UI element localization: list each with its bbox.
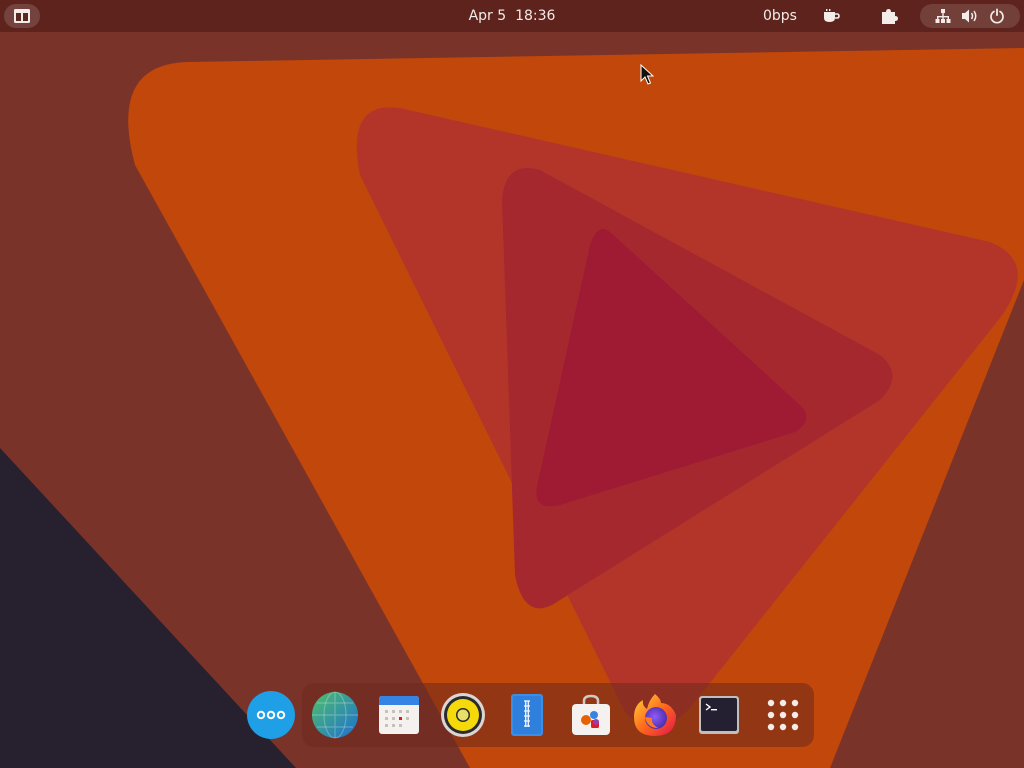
dock-web-browser[interactable] [309,689,361,741]
network-speed-indicator[interactable]: 0bps [752,0,808,32]
volume-icon [962,9,977,23]
network-icon [935,9,951,23]
archive-icon [511,694,543,736]
window-layout-icon [14,9,30,23]
network-speed-label: 0bps [763,8,797,24]
coffee-cup-icon [824,9,840,22]
dock-music-player[interactable] [437,689,489,741]
system-menu-button[interactable] [920,4,1020,28]
dock-calendar[interactable] [373,689,425,741]
mouse-pointer-icon [640,64,654,85]
dock-show-applications[interactable] [757,689,809,741]
dock-more-apps[interactable] [245,689,297,741]
extensions-button[interactable] [874,0,904,32]
desktop-wallpaper [0,0,1024,768]
puzzle-icon [882,9,898,24]
grid-icon [767,699,799,731]
speaker-icon [441,693,485,737]
top-bar: Apr 5 18:36 0bps [0,0,1024,32]
calendar-icon [379,696,419,734]
dock-software-center[interactable] [565,689,617,741]
dock-file-archiver[interactable] [501,689,553,741]
firefox-icon [634,694,676,736]
ellipsis-icon [247,691,295,739]
caffeine-button[interactable] [816,0,846,32]
globe-icon [312,691,358,739]
power-icon [990,8,1004,24]
clock-button[interactable]: Apr 5 18:36 [440,0,584,32]
terminal-icon [699,696,739,734]
dock-firefox[interactable] [629,689,681,741]
clock-date: Apr 5 [468,8,507,24]
clock-time: 18:36 [515,8,556,24]
dock-terminal[interactable] [693,689,745,741]
shopping-bag-icon [572,694,610,735]
activities-button[interactable] [4,4,40,28]
